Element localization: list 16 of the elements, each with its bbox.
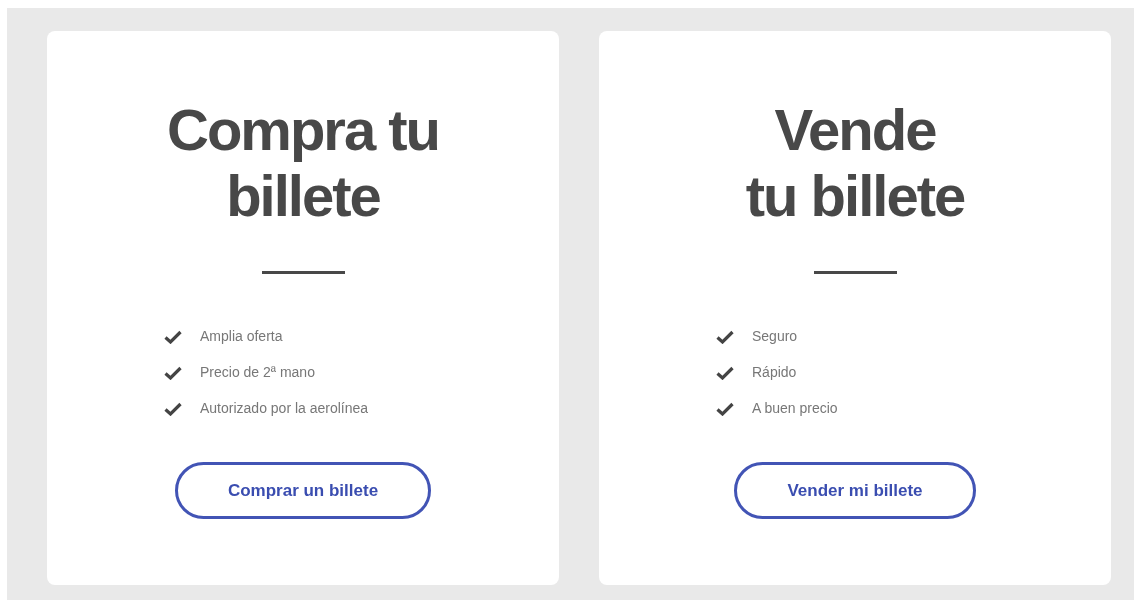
- checkmark-icon: [164, 365, 182, 380]
- card-title: Vende tu billete: [745, 97, 965, 229]
- action-button[interactable]: Vender mi billete: [734, 462, 976, 519]
- feature-text: Autorizado por la aerolínea: [200, 399, 369, 418]
- checkmark-icon: [716, 365, 734, 380]
- feature-text: A buen precio: [752, 399, 838, 418]
- action-button[interactable]: Comprar un billete: [174, 462, 432, 519]
- feature-text: Amplia oferta: [200, 327, 283, 346]
- checkmark-icon: [164, 329, 182, 344]
- checkmark-icon: [716, 401, 734, 416]
- feature-text: Precio de 2ª mano: [200, 363, 315, 382]
- feature-text: Rápido: [752, 363, 797, 382]
- checkmark-icon: [164, 401, 182, 416]
- feature-text: Seguro: [752, 327, 798, 346]
- checkmark-icon: [716, 329, 734, 344]
- card-title: Compra tu billete: [167, 97, 439, 229]
